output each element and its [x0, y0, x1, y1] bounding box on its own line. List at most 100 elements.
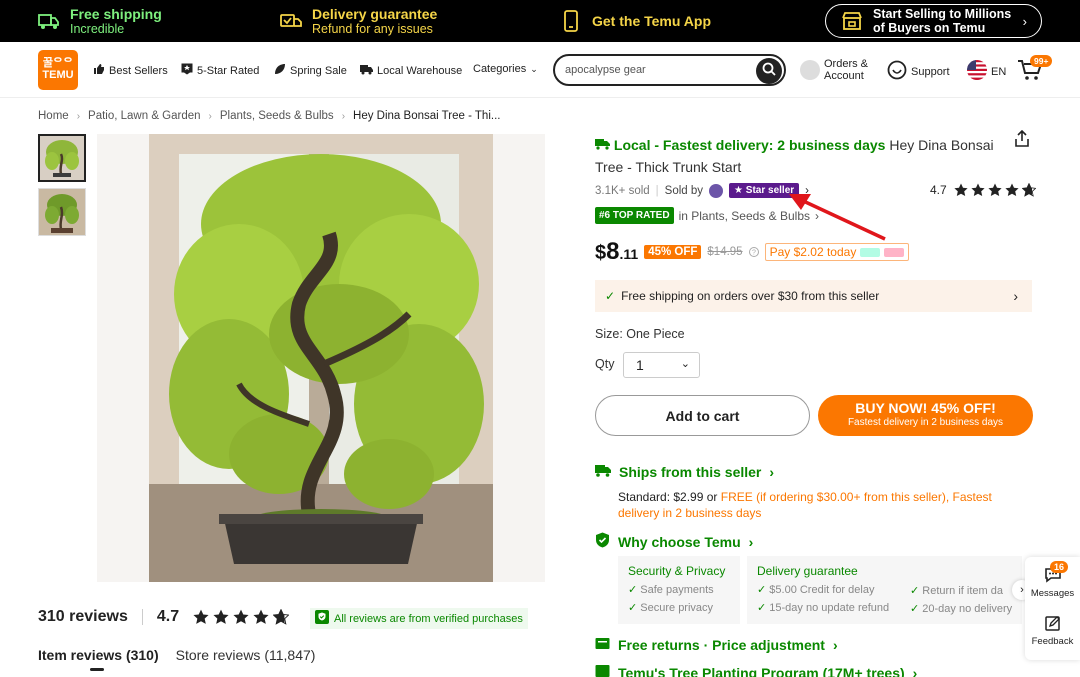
chevron-right-icon: ›: [76, 110, 81, 122]
free-shipping-notice[interactable]: ✓ Free shipping on orders over $30 from …: [595, 280, 1032, 312]
nav-local-warehouse[interactable]: Local Warehouse: [360, 63, 462, 78]
verified-label: All reviews are from verified purchases: [334, 612, 523, 625]
orders-line2: Account: [824, 70, 864, 82]
warehouse-truck-icon: [360, 63, 373, 78]
nav-link-label: Best Sellers: [109, 64, 168, 77]
star-icon: [213, 609, 229, 624]
seller-avatar[interactable]: [709, 183, 724, 198]
sold-by-label: Sold by: [664, 184, 704, 197]
add-to-cart-button[interactable]: Add to cart: [595, 395, 810, 436]
why-choose-label: Why choose Temu: [618, 533, 741, 550]
promo-free-shipping-subtitle: Incredible: [70, 21, 125, 36]
ships-from-link[interactable]: Ships from this seller ›: [595, 464, 774, 480]
current-price: $ 8 .11: [595, 238, 638, 266]
star-half-icon: [1021, 183, 1036, 197]
nav-five-star[interactable]: 5-Star Rated: [181, 63, 259, 78]
price-decimal: .11: [619, 246, 639, 262]
nav-link-label: Spring Sale: [290, 64, 347, 77]
price-currency: $: [595, 242, 607, 264]
promo-free-shipping[interactable]: Free shipping Incredible: [38, 0, 162, 42]
feedback-label: Feedback: [1031, 636, 1074, 647]
breadcrumb-home[interactable]: Home: [38, 110, 69, 122]
search-box: [553, 54, 786, 86]
temu-logo[interactable]: 꿀ᄋᄋ TEMU: [38, 50, 78, 90]
nav-best-sellers[interactable]: Best Sellers: [93, 63, 168, 78]
promo-app-title: Get the Temu App: [592, 12, 711, 29]
tab-item-reviews[interactable]: Item reviews (310): [38, 647, 159, 663]
feedback-icon: [1044, 616, 1061, 635]
nav-link-label: Categories: [473, 63, 527, 75]
star-half-icon: [273, 609, 290, 625]
product-rating[interactable]: 4.7: [930, 183, 1036, 197]
return-icon: [595, 636, 610, 653]
nav-categories[interactable]: Categories ⌄: [473, 63, 538, 75]
standard-prefix: Standard: $2.99 or: [618, 490, 721, 504]
chevron-down-icon: ⌄: [530, 63, 538, 74]
search-button[interactable]: [756, 58, 782, 84]
messages-label: Messages: [1030, 588, 1075, 599]
star-icon: [971, 183, 985, 196]
reviews-rating: 4.7: [156, 608, 180, 625]
size-label: Size: One Piece: [595, 327, 685, 341]
security-item: Safe payments: [628, 581, 730, 599]
free-returns-link[interactable]: Free returns · Price adjustment ›: [595, 636, 838, 653]
star-icon: [253, 609, 269, 624]
language-selector[interactable]: EN: [967, 60, 1006, 83]
delivery-guarantee-card: Delivery guarantee $5.00 Credit for dela…: [747, 556, 1022, 624]
star-icon: [1005, 183, 1019, 196]
qty-select[interactable]: 1 ⌄: [623, 352, 700, 378]
active-tab-indicator: [90, 668, 104, 671]
tree-program-link[interactable]: Temu's Tree Planting Program (17M+ trees…: [595, 664, 917, 677]
nav-spring-sale[interactable]: Spring Sale: [274, 63, 347, 78]
thumbnail-2[interactable]: [38, 188, 86, 236]
orders-account[interactable]: Orders & Account: [800, 58, 868, 82]
buy-now-sublabel: Fastest delivery in 2 business days: [847, 417, 1004, 428]
support-link[interactable]: Support: [887, 60, 950, 83]
logo-text: TEMU: [42, 69, 74, 81]
chevron-right-icon: ›: [832, 636, 838, 653]
share-button[interactable]: [1014, 129, 1030, 152]
promo-delivery[interactable]: Delivery guarantee Refund for any issues: [280, 0, 437, 42]
product-image[interactable]: [97, 134, 545, 582]
feedback-button[interactable]: Feedback: [1025, 615, 1080, 647]
thumbs-up-icon: [93, 63, 105, 78]
buy-now-button[interactable]: BUY NOW! 45% OFF! Fastest delivery in 2 …: [818, 395, 1033, 436]
tab-store-reviews[interactable]: Store reviews (11,847): [176, 647, 316, 663]
svg-text:?: ?: [752, 250, 756, 257]
chevron-right-icon: ›: [1022, 14, 1027, 29]
reviews-summary: 310 reviews 4.7: [38, 608, 290, 626]
chat-icon: [887, 60, 907, 83]
local-delivery-label: Local - Fastest delivery: 2 business day…: [613, 137, 886, 153]
promo-delivery-subtitle: Refund for any issues: [312, 21, 433, 36]
thumbnail-1[interactable]: [38, 134, 86, 182]
search-input[interactable]: [565, 62, 750, 78]
chevron-down-icon: ⌄: [680, 358, 690, 370]
logo-mark: 꿀ᄋᄋ: [42, 57, 74, 69]
top-rated-badge: #6 TOP RATED: [595, 207, 674, 224]
chevron-right-icon: ›: [1020, 584, 1024, 596]
promo-free-shipping-title: Free shipping: [70, 5, 162, 22]
phone-icon: [560, 10, 582, 32]
promo-app[interactable]: Get the Temu App: [560, 0, 711, 42]
star-icon: [233, 609, 249, 624]
rating-value: 4.7: [930, 183, 947, 197]
start-selling-line2: of Buyers on Temu: [873, 21, 986, 35]
standard-free: FREE (if ordering $30.00+ from this sell…: [720, 490, 950, 504]
breadcrumb-plants[interactable]: Plants, Seeds & Bulbs: [220, 110, 334, 122]
pay-today-label: Pay $2.02 today: [769, 245, 857, 259]
chevron-right-icon: ›: [341, 110, 346, 122]
pay-today-badge[interactable]: Pay $2.02 today: [764, 243, 910, 261]
info-icon[interactable]: ?: [748, 247, 759, 257]
share-icon: [1014, 129, 1030, 151]
breadcrumb-patio[interactable]: Patio, Lawn & Garden: [88, 110, 201, 122]
orders-line1: Orders &: [824, 58, 869, 70]
free-returns-label: Free returns · Price adjustment: [618, 636, 825, 653]
language-label: EN: [991, 65, 1007, 78]
security-privacy-card: Security & Privacy Safe payments Secure …: [618, 556, 740, 624]
chevron-right-icon: ›: [208, 110, 212, 122]
why-choose-link[interactable]: Why choose Temu ›: [595, 532, 753, 551]
tree-program-label: Temu's Tree Planting Program (17M+ trees…: [618, 664, 905, 677]
shield-truck-icon: [280, 10, 302, 32]
qty-value: 1: [636, 357, 644, 373]
start-selling-button[interactable]: Start Selling to Millions of Buyers on T…: [825, 4, 1042, 38]
